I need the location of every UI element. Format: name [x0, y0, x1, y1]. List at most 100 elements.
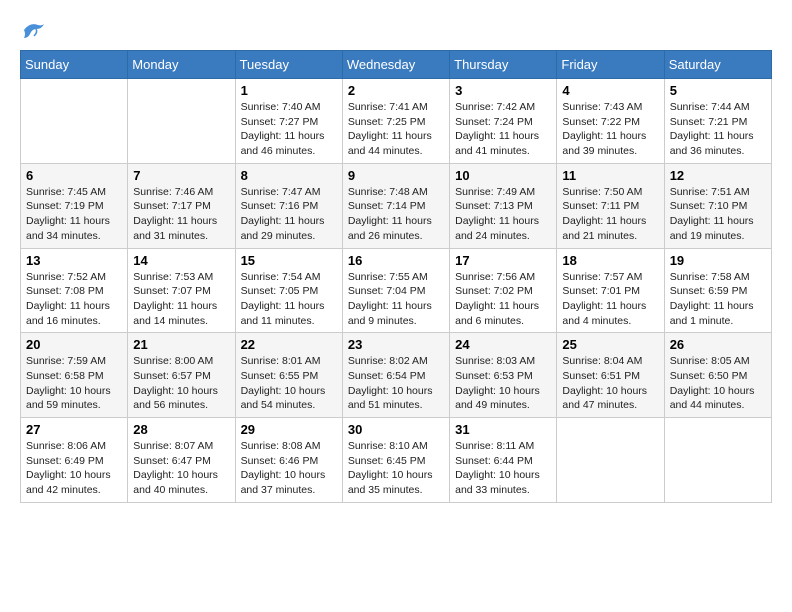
day-info: Sunrise: 8:05 AM Sunset: 6:50 PM Dayligh…: [670, 354, 766, 413]
calendar-cell: 30 Sunrise: 8:10 AM Sunset: 6:45 PM Dayli…: [342, 418, 449, 503]
day-number: 31: [455, 422, 551, 437]
calendar-cell: 24 Sunrise: 8:03 AM Sunset: 6:53 PM Dayli…: [450, 333, 557, 418]
calendar-cell: 14 Sunrise: 7:53 AM Sunset: 7:07 PM Dayli…: [128, 248, 235, 333]
day-info: Sunrise: 8:11 AM Sunset: 6:44 PM Dayligh…: [455, 439, 551, 498]
day-number: 8: [241, 168, 337, 183]
calendar-cell: [21, 79, 128, 164]
day-info: Sunrise: 7:55 AM Sunset: 7:04 PM Dayligh…: [348, 270, 444, 329]
day-number: 5: [670, 83, 766, 98]
day-info: Sunrise: 7:48 AM Sunset: 7:14 PM Dayligh…: [348, 185, 444, 244]
day-info: Sunrise: 8:10 AM Sunset: 6:45 PM Dayligh…: [348, 439, 444, 498]
day-info: Sunrise: 7:40 AM Sunset: 7:27 PM Dayligh…: [241, 100, 337, 159]
calendar-week-4: 20 Sunrise: 7:59 AM Sunset: 6:58 PM Dayli…: [21, 333, 772, 418]
page-header: [20, 20, 772, 40]
day-number: 19: [670, 253, 766, 268]
day-number: 6: [26, 168, 122, 183]
day-info: Sunrise: 7:49 AM Sunset: 7:13 PM Dayligh…: [455, 185, 551, 244]
calendar-cell: 1 Sunrise: 7:40 AM Sunset: 7:27 PM Daylig…: [235, 79, 342, 164]
day-number: 14: [133, 253, 229, 268]
calendar-cell: 9 Sunrise: 7:48 AM Sunset: 7:14 PM Daylig…: [342, 163, 449, 248]
calendar-cell: [664, 418, 771, 503]
day-number: 13: [26, 253, 122, 268]
day-number: 28: [133, 422, 229, 437]
day-info: Sunrise: 8:01 AM Sunset: 6:55 PM Dayligh…: [241, 354, 337, 413]
calendar-cell: 5Sunrise: 7:44 AM Sunset: 7:21 PM Daylig…: [664, 79, 771, 164]
day-number: 2: [348, 83, 444, 98]
day-number: 22: [241, 337, 337, 352]
calendar-cell: 16 Sunrise: 7:55 AM Sunset: 7:04 PM Dayli…: [342, 248, 449, 333]
day-info: Sunrise: 7:50 AM Sunset: 7:11 PM Dayligh…: [562, 185, 658, 244]
day-info: Sunrise: 8:08 AM Sunset: 6:46 PM Dayligh…: [241, 439, 337, 498]
day-number: 7: [133, 168, 229, 183]
calendar-cell: 21 Sunrise: 8:00 AM Sunset: 6:57 PM Dayli…: [128, 333, 235, 418]
calendar-cell: [557, 418, 664, 503]
day-info: Sunrise: 8:06 AM Sunset: 6:49 PM Dayligh…: [26, 439, 122, 498]
calendar-cell: 23 Sunrise: 8:02 AM Sunset: 6:54 PM Dayli…: [342, 333, 449, 418]
calendar-cell: 31 Sunrise: 8:11 AM Sunset: 6:44 PM Dayli…: [450, 418, 557, 503]
day-info: Sunrise: 7:41 AM Sunset: 7:25 PM Dayligh…: [348, 100, 444, 159]
calendar-header-wednesday: Wednesday: [342, 51, 449, 79]
day-number: 21: [133, 337, 229, 352]
calendar-cell: 29Sunrise: 8:08 AM Sunset: 6:46 PM Dayli…: [235, 418, 342, 503]
day-number: 24: [455, 337, 551, 352]
day-info: Sunrise: 8:07 AM Sunset: 6:47 PM Dayligh…: [133, 439, 229, 498]
calendar-week-5: 27 Sunrise: 8:06 AM Sunset: 6:49 PM Dayli…: [21, 418, 772, 503]
calendar-cell: 20 Sunrise: 7:59 AM Sunset: 6:58 PM Dayli…: [21, 333, 128, 418]
day-number: 10: [455, 168, 551, 183]
day-info: Sunrise: 7:54 AM Sunset: 7:05 PM Dayligh…: [241, 270, 337, 329]
day-info: Sunrise: 7:52 AM Sunset: 7:08 PM Dayligh…: [26, 270, 122, 329]
day-info: Sunrise: 7:57 AM Sunset: 7:01 PM Dayligh…: [562, 270, 658, 329]
day-number: 20: [26, 337, 122, 352]
calendar-cell: 11Sunrise: 7:50 AM Sunset: 7:11 PM Dayli…: [557, 163, 664, 248]
calendar-cell: 10 Sunrise: 7:49 AM Sunset: 7:13 PM Dayli…: [450, 163, 557, 248]
calendar-week-1: 1 Sunrise: 7:40 AM Sunset: 7:27 PM Daylig…: [21, 79, 772, 164]
calendar-cell: 15 Sunrise: 7:54 AM Sunset: 7:05 PM Dayli…: [235, 248, 342, 333]
calendar-header-friday: Friday: [557, 51, 664, 79]
day-number: 1: [241, 83, 337, 98]
day-number: 26: [670, 337, 766, 352]
day-number: 3: [455, 83, 551, 98]
calendar-cell: 17 Sunrise: 7:56 AM Sunset: 7:02 PM Dayli…: [450, 248, 557, 333]
calendar-table: SundayMondayTuesdayWednesdayThursdayFrid…: [20, 50, 772, 503]
day-info: Sunrise: 7:47 AM Sunset: 7:16 PM Dayligh…: [241, 185, 337, 244]
day-info: Sunrise: 8:02 AM Sunset: 6:54 PM Dayligh…: [348, 354, 444, 413]
day-info: Sunrise: 8:00 AM Sunset: 6:57 PM Dayligh…: [133, 354, 229, 413]
day-number: 9: [348, 168, 444, 183]
calendar-header-row: SundayMondayTuesdayWednesdayThursdayFrid…: [21, 51, 772, 79]
calendar-cell: 25 Sunrise: 8:04 AM Sunset: 6:51 PM Dayli…: [557, 333, 664, 418]
day-info: Sunrise: 7:43 AM Sunset: 7:22 PM Dayligh…: [562, 100, 658, 159]
day-number: 15: [241, 253, 337, 268]
day-number: 27: [26, 422, 122, 437]
day-number: 4: [562, 83, 658, 98]
calendar-cell: 19 Sunrise: 7:58 AM Sunset: 6:59 PM Dayli…: [664, 248, 771, 333]
calendar-week-2: 6Sunrise: 7:45 AM Sunset: 7:19 PM Daylig…: [21, 163, 772, 248]
day-info: Sunrise: 7:56 AM Sunset: 7:02 PM Dayligh…: [455, 270, 551, 329]
calendar-cell: 26 Sunrise: 8:05 AM Sunset: 6:50 PM Dayli…: [664, 333, 771, 418]
day-info: Sunrise: 7:53 AM Sunset: 7:07 PM Dayligh…: [133, 270, 229, 329]
calendar-cell: [128, 79, 235, 164]
calendar-cell: 27 Sunrise: 8:06 AM Sunset: 6:49 PM Dayli…: [21, 418, 128, 503]
calendar-cell: 6Sunrise: 7:45 AM Sunset: 7:19 PM Daylig…: [21, 163, 128, 248]
day-number: 17: [455, 253, 551, 268]
calendar-cell: 4 Sunrise: 7:43 AM Sunset: 7:22 PM Daylig…: [557, 79, 664, 164]
calendar-header-monday: Monday: [128, 51, 235, 79]
day-info: Sunrise: 8:04 AM Sunset: 6:51 PM Dayligh…: [562, 354, 658, 413]
day-number: 25: [562, 337, 658, 352]
calendar-cell: 7 Sunrise: 7:46 AM Sunset: 7:17 PM Daylig…: [128, 163, 235, 248]
day-info: Sunrise: 7:46 AM Sunset: 7:17 PM Dayligh…: [133, 185, 229, 244]
day-info: Sunrise: 7:59 AM Sunset: 6:58 PM Dayligh…: [26, 354, 122, 413]
logo-bird-icon: [22, 20, 46, 40]
logo: [20, 20, 46, 40]
day-info: Sunrise: 7:51 AM Sunset: 7:10 PM Dayligh…: [670, 185, 766, 244]
day-info: Sunrise: 8:03 AM Sunset: 6:53 PM Dayligh…: [455, 354, 551, 413]
calendar-header-saturday: Saturday: [664, 51, 771, 79]
day-number: 23: [348, 337, 444, 352]
calendar-cell: 2 Sunrise: 7:41 AM Sunset: 7:25 PM Daylig…: [342, 79, 449, 164]
calendar-header-thursday: Thursday: [450, 51, 557, 79]
day-number: 12: [670, 168, 766, 183]
day-number: 16: [348, 253, 444, 268]
day-number: 30: [348, 422, 444, 437]
calendar-cell: 18Sunrise: 7:57 AM Sunset: 7:01 PM Dayli…: [557, 248, 664, 333]
day-info: Sunrise: 7:58 AM Sunset: 6:59 PM Dayligh…: [670, 270, 766, 329]
calendar-header-tuesday: Tuesday: [235, 51, 342, 79]
